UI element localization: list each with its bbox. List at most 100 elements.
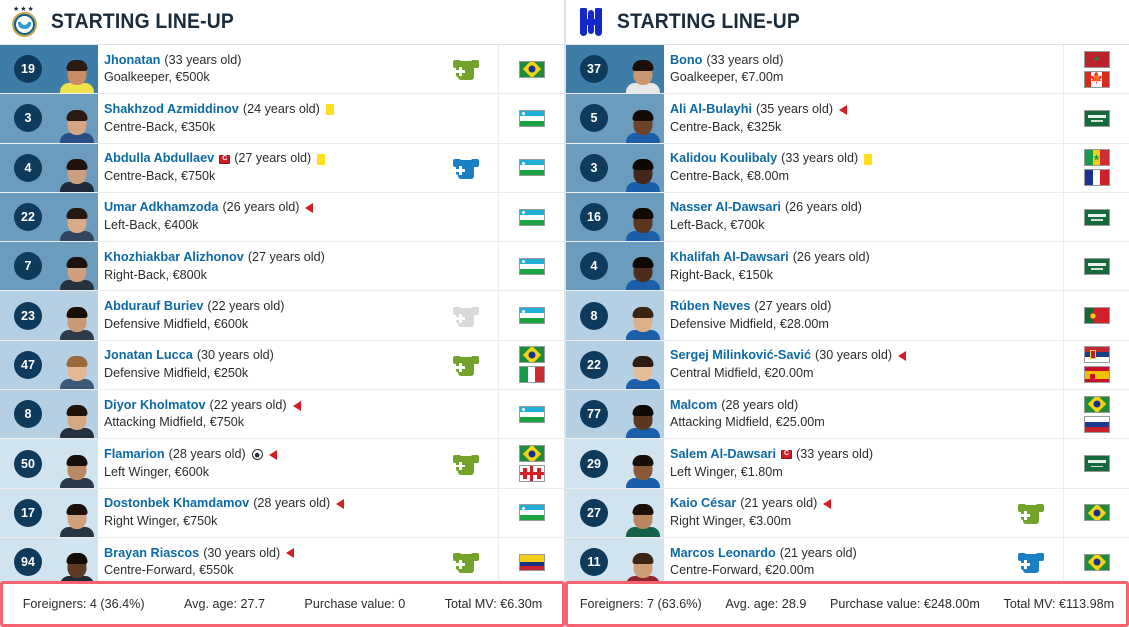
player-name-link[interactable]: Nasser Al-Dawsari xyxy=(670,200,781,216)
player-photo[interactable] xyxy=(56,537,98,587)
nationality-cell xyxy=(1063,390,1129,439)
player-position-value: Left-Back, €400k xyxy=(104,218,199,233)
player-name-link[interactable]: Malcom xyxy=(670,398,717,414)
player-name-link[interactable]: Salem Al-Dawsari xyxy=(670,447,776,463)
player-photo[interactable] xyxy=(56,488,98,537)
team-summary-left: Foreigners: 4 (36.4%) Avg. age: 27.7 Pur… xyxy=(0,581,565,627)
table-row[interactable]: 29 Salem Al-Dawsari (33 years old) Left … xyxy=(566,439,1129,489)
player-photo[interactable] xyxy=(56,143,98,192)
table-row[interactable]: 7 Khozhiakbar Alizhonov (27 years old) R… xyxy=(0,242,564,292)
player-photo[interactable] xyxy=(622,439,664,488)
table-row[interactable]: 94 Brayan Riascos (30 years old) Centre-… xyxy=(0,537,564,588)
table-row[interactable]: 50 Flamarion (28 years old) Left Winger,… xyxy=(0,439,564,489)
table-row[interactable]: 17 Dostonbek Khamdamov (28 years old) Ri… xyxy=(0,488,564,538)
player-name-link[interactable]: Ali Al-Bulayhi xyxy=(670,102,752,118)
table-row[interactable]: 5 Ali Al-Bulayhi (35 years old) Centre-B… xyxy=(566,94,1129,144)
substitution-in-icon[interactable] xyxy=(453,58,479,81)
player-info: Khalifah Al-Dawsari (26 years old) Right… xyxy=(664,242,999,290)
player-photo[interactable] xyxy=(56,242,98,291)
player-info: Jhonatan (33 years old) Goalkeeper, €500… xyxy=(98,45,434,93)
player-name-link[interactable]: Shakhzod Azmiddinov xyxy=(104,102,239,118)
player-age: (33 years old) xyxy=(164,52,242,67)
substituted-off-icon xyxy=(823,499,832,510)
shirt-number-cell: 23 xyxy=(0,291,56,340)
substitution-out-icon[interactable] xyxy=(1018,551,1044,574)
player-photo[interactable] xyxy=(622,94,664,143)
player-name-link[interactable]: Khalifah Al-Dawsari xyxy=(670,250,789,266)
player-photo[interactable] xyxy=(622,291,664,340)
player-name-link[interactable]: Dostonbek Khamdamov xyxy=(104,496,249,512)
lineup-header: STARTING LINE-UP xyxy=(566,0,1129,45)
table-row[interactable]: 27 Kaio César (21 years old) Right Winge… xyxy=(566,488,1129,538)
table-row[interactable]: 8 Diyor Kholmatov (22 years old) Attacki… xyxy=(0,390,564,440)
substitution-in-icon[interactable] xyxy=(1018,502,1044,524)
table-row[interactable]: 22 Sergej Milinković-Savić (30 years old… xyxy=(566,340,1129,391)
club-logo[interactable]: ★★★ xyxy=(8,5,42,39)
player-info: Ali Al-Bulayhi (35 years old) Centre-Bac… xyxy=(664,94,999,142)
player-name-link[interactable]: Sergej Milinković-Savić xyxy=(670,348,811,364)
player-photo[interactable] xyxy=(56,45,98,94)
player-name-link[interactable]: Kaio César xyxy=(670,496,736,512)
player-name-link[interactable]: Abdulla Abdullaev xyxy=(104,151,214,167)
table-row[interactable]: 23 Abdurauf Buriev (22 years old) Defens… xyxy=(0,291,564,341)
player-info: Bono (33 years old) Goalkeeper, €7.00m xyxy=(664,45,999,93)
player-photo[interactable] xyxy=(622,45,664,94)
player-photo[interactable] xyxy=(622,192,664,242)
table-row[interactable]: 4 Abdulla Abdullaev (27 years old) Centr… xyxy=(0,143,564,193)
table-row[interactable]: 77 Malcom (28 years old) Attacking Midfi… xyxy=(566,390,1129,440)
substitution-in-icon[interactable] xyxy=(453,551,479,574)
player-photo[interactable] xyxy=(56,291,98,340)
shirt-number: 27 xyxy=(580,498,608,527)
substitution-cell xyxy=(434,144,498,192)
player-position-value: Right-Back, €800k xyxy=(104,267,207,282)
foreigners-stat: Foreigners: 7 (63.6%) xyxy=(579,597,702,611)
substitution-in-icon[interactable] xyxy=(453,453,479,475)
player-photo[interactable] xyxy=(56,390,98,439)
player-photo[interactable] xyxy=(622,143,664,192)
player-photo[interactable] xyxy=(622,390,664,439)
substitution-cell xyxy=(434,94,498,142)
substitution-in-icon[interactable] xyxy=(453,354,479,376)
player-name-link[interactable]: Jonatan Lucca xyxy=(104,348,193,364)
player-name-link[interactable]: Kalidou Koulibaly xyxy=(670,151,777,167)
shirt-number: 3 xyxy=(14,104,42,133)
player-name-link[interactable]: Diyor Kholmatov xyxy=(104,398,206,414)
player-name-link[interactable]: Khozhiakbar Alizhonov xyxy=(104,250,244,266)
player-photo[interactable] xyxy=(56,192,98,242)
table-row[interactable]: 16 Nasser Al-Dawsari (26 years old) Left… xyxy=(566,192,1129,243)
table-row[interactable]: 8 Rúben Neves (27 years old) Defensive M… xyxy=(566,291,1129,341)
player-photo[interactable] xyxy=(622,340,664,390)
player-photo[interactable] xyxy=(622,242,664,291)
player-photo[interactable] xyxy=(622,537,664,587)
nationality-cell xyxy=(1063,340,1129,390)
nationality-cell: ★ xyxy=(1063,143,1129,192)
player-name-link[interactable]: Abdurauf Buriev xyxy=(104,299,203,315)
table-row[interactable]: 47 Jonatan Lucca (30 years old) Defensiv… xyxy=(0,340,564,391)
player-photo[interactable] xyxy=(56,340,98,390)
table-row[interactable]: 22 Umar Adkhamzoda (26 years old) Left-B… xyxy=(0,192,564,243)
club-logo[interactable] xyxy=(574,5,608,39)
player-name-link[interactable]: Rúben Neves xyxy=(670,299,750,315)
player-photo[interactable] xyxy=(56,439,98,488)
table-row[interactable]: 4 Khalifah Al-Dawsari (26 years old) Rig… xyxy=(566,242,1129,292)
table-row[interactable]: 37 Bono (33 years old) Goalkeeper, €7.00… xyxy=(566,45,1129,95)
player-name-link[interactable]: Flamarion xyxy=(104,447,165,463)
player-info: Diyor Kholmatov (22 years old) Attacking… xyxy=(98,390,434,438)
player-name-link[interactable]: Marcos Leonardo xyxy=(670,546,776,562)
player-name-link[interactable]: Bono xyxy=(670,53,702,69)
substitution-muted-icon[interactable] xyxy=(453,305,479,327)
table-row[interactable]: 19 Jhonatan (33 years old) Goalkeeper, €… xyxy=(0,45,564,95)
player-name-link[interactable]: Jhonatan xyxy=(104,53,160,69)
substitution-out-icon[interactable] xyxy=(453,157,479,179)
player-age: (21 years old) xyxy=(740,496,818,511)
player-position-value: Centre-Back, €750k xyxy=(104,169,216,183)
player-photo[interactable] xyxy=(622,488,664,537)
player-name-link[interactable]: Brayan Riascos xyxy=(104,546,199,562)
nationality-cell xyxy=(498,340,564,390)
player-name-link[interactable]: Umar Adkhamzoda xyxy=(104,200,218,216)
table-row[interactable]: 11 Marcos Leonardo (21 years old) Centre… xyxy=(566,537,1129,588)
table-row[interactable]: 3 Kalidou Koulibaly (33 years old) Centr… xyxy=(566,143,1129,193)
player-photo[interactable] xyxy=(56,94,98,143)
flag-brazil xyxy=(518,60,545,78)
table-row[interactable]: 3 Shakhzod Azmiddinov (24 years old) Cen… xyxy=(0,94,564,144)
